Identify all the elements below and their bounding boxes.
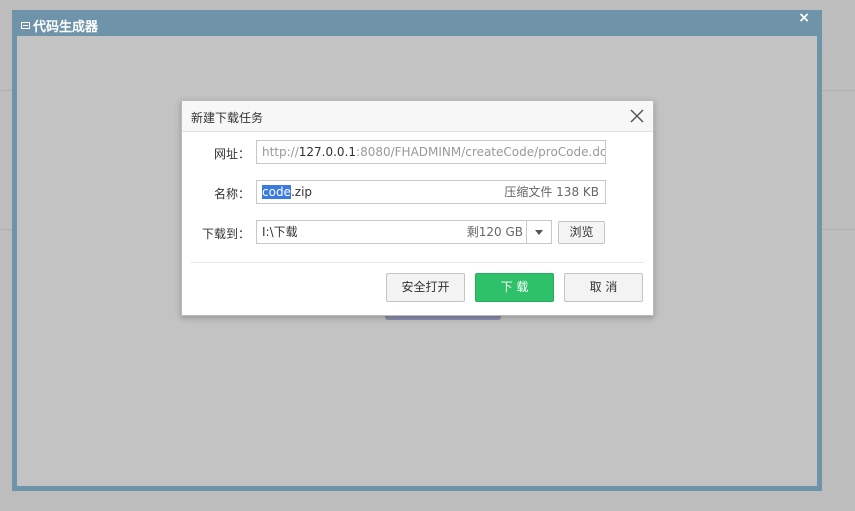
save-path-label: 下载到：	[201, 227, 250, 241]
browse-button[interactable]: 浏览	[558, 221, 605, 244]
save-path-value: I:\下载	[262, 225, 298, 239]
filename-selected-text: code	[262, 185, 291, 199]
dialog-close-button[interactable]	[627, 106, 647, 126]
dialog-divider	[191, 262, 644, 263]
free-space: 剩120 GB	[466, 225, 523, 239]
url-rest: :8080/FHADMINM/createCode/proCode.dc	[356, 145, 606, 159]
name-label: 名称：	[213, 187, 250, 201]
generator-title-bar: 代码生成器	[21, 16, 98, 35]
safe-open-button[interactable]: 安全打开	[386, 273, 465, 302]
file-size: 138 KB	[556, 185, 599, 199]
cancel-button[interactable]: 取 消	[564, 273, 643, 302]
download-dialog: 新建下载任务 网址： http://127.0.0.1:8080/FHADMIN…	[181, 100, 654, 316]
chevron-down-icon	[535, 229, 543, 235]
file-type: 压缩文件	[504, 185, 553, 199]
path-dropdown-button[interactable]	[526, 221, 551, 243]
dialog-title: 新建下载任务	[191, 111, 264, 125]
url-prefix: http://	[262, 145, 299, 159]
dialog-title-bar: 新建下载任务	[182, 101, 653, 132]
file-info: 压缩文件 138 KB	[504, 181, 599, 203]
url-label: 网址：	[213, 147, 250, 161]
url-field[interactable]: http://127.0.0.1:8080/FHADMINM/createCod…	[256, 140, 606, 164]
download-button[interactable]: 下 载	[475, 273, 554, 302]
generator-title: 代码生成器	[33, 20, 99, 35]
filename-field[interactable]: code.zip 压缩文件 138 KB	[256, 180, 606, 204]
save-path-field[interactable]: I:\下载 剩120 GB	[256, 220, 552, 244]
url-host: 127.0.0.1	[298, 145, 357, 159]
close-icon	[630, 109, 644, 123]
filename-extension: .zip	[290, 185, 313, 199]
window-icon	[21, 22, 30, 29]
generator-close-button[interactable]: ×	[798, 10, 810, 26]
